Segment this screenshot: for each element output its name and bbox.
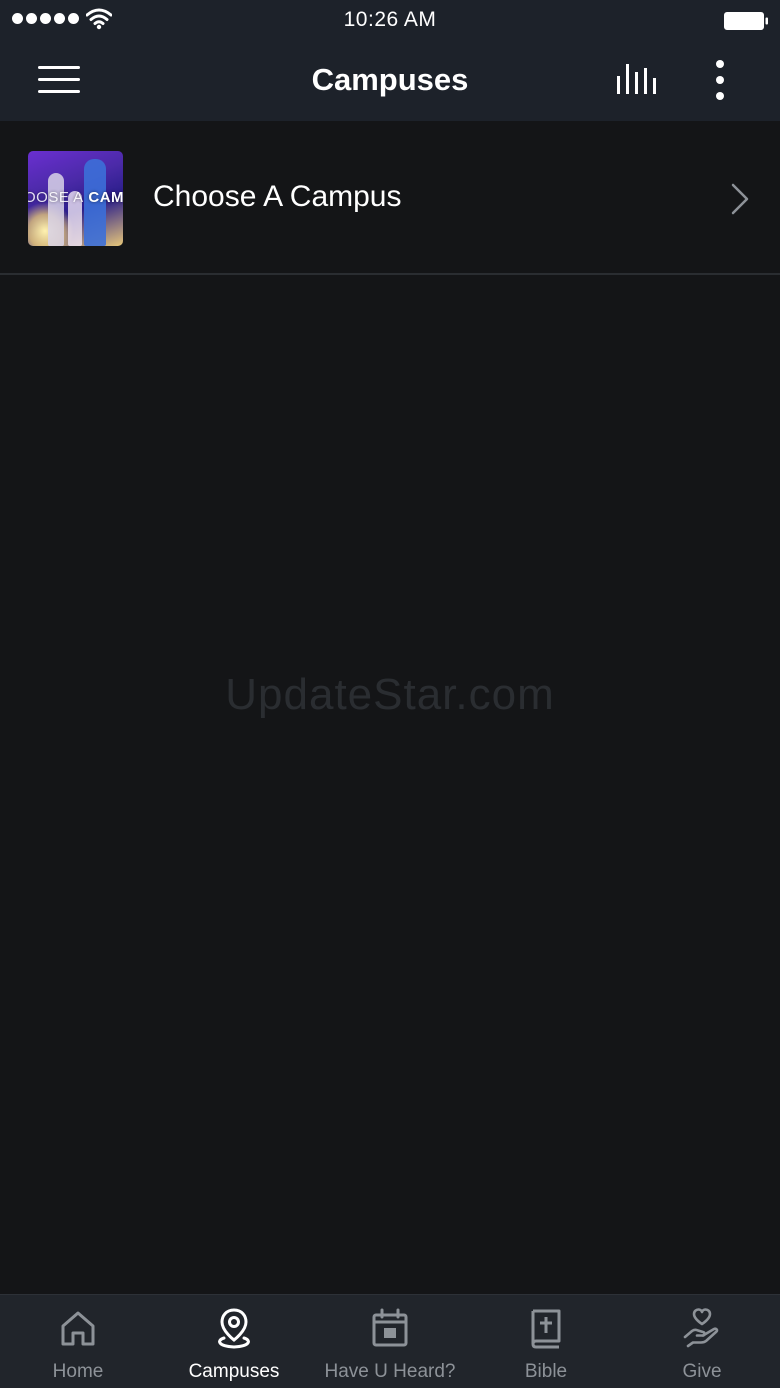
tab-campuses[interactable]: Campuses <box>156 1295 312 1388</box>
list-item-choose-campus[interactable]: OOSE A CAMI Choose A Campus <box>0 121 780 275</box>
chevron-right-icon <box>731 183 749 215</box>
navigation-bar: Campuses <box>0 40 780 121</box>
battery-full-icon <box>724 12 768 30</box>
watermark: UpdateStar.com <box>225 670 555 719</box>
status-time: 10:26 AM <box>343 8 437 31</box>
list-item-label: Choose A Campus <box>153 180 402 213</box>
home-icon <box>61 1311 95 1346</box>
map-pin-icon <box>218 1308 250 1349</box>
give-hand-heart-icon <box>683 1308 719 1348</box>
calendar-icon <box>372 1308 408 1347</box>
thumbnail-caption: OOSE A CAMI <box>28 189 123 206</box>
tab-home[interactable]: Home <box>0 1295 156 1388</box>
status-bar: 10:26 AM <box>0 0 780 40</box>
audio-bars-icon[interactable] <box>610 60 664 100</box>
tab-label: Give <box>682 1361 722 1382</box>
tab-have-u-heard[interactable]: Have U Heard? <box>312 1295 468 1388</box>
bible-icon <box>531 1309 561 1349</box>
tab-give[interactable]: Give <box>624 1295 780 1388</box>
campus-thumbnail: OOSE A CAMI <box>28 151 123 246</box>
tab-label: Bible <box>524 1361 568 1382</box>
more-vertical-icon[interactable] <box>700 56 740 104</box>
tab-label: Campuses <box>188 1361 280 1382</box>
tab-label: Have U Heard? <box>324 1361 456 1382</box>
tab-bar: Home Campuses Have U Heard? Bible Give <box>0 1294 780 1388</box>
tab-bible[interactable]: Bible <box>468 1295 624 1388</box>
tab-label: Home <box>52 1361 104 1382</box>
